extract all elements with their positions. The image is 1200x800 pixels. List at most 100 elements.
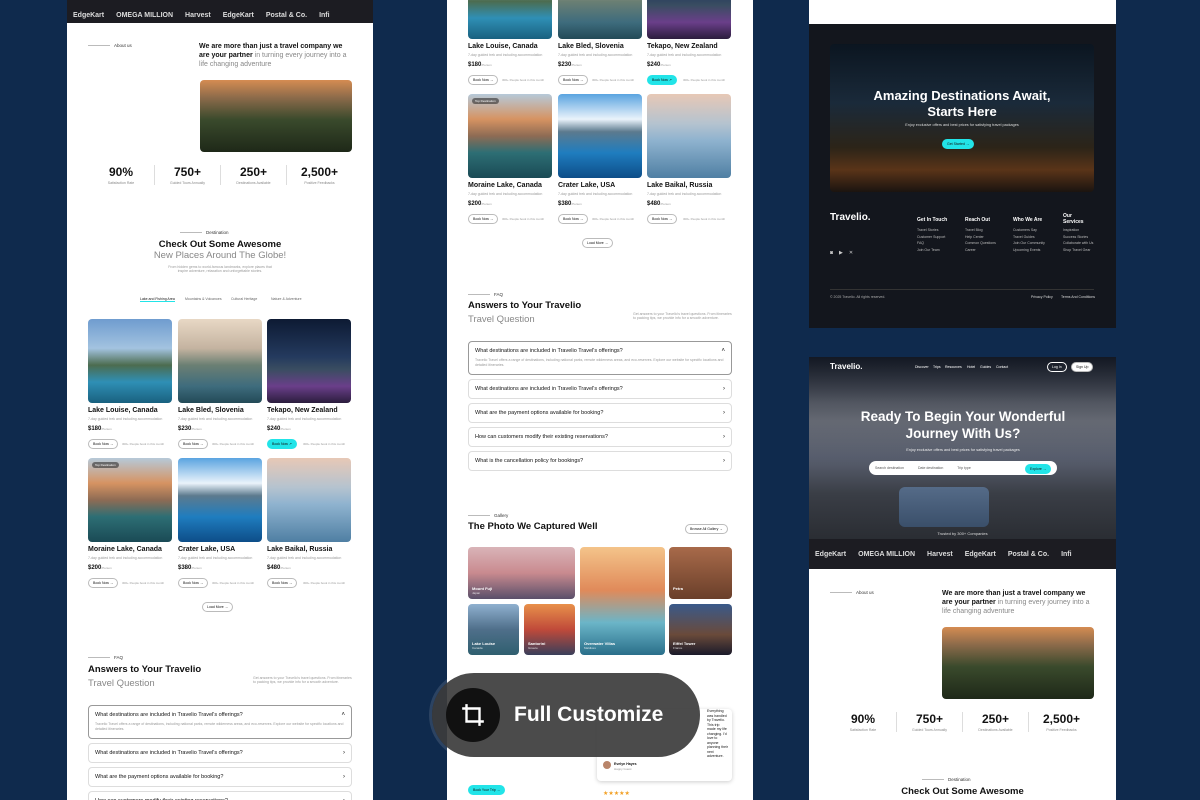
gallery-image[interactable] <box>669 547 732 599</box>
card-image[interactable] <box>647 94 731 178</box>
card-image[interactable] <box>267 319 351 403</box>
testimonial-quote: Everything was handled by Travelio. This… <box>707 709 729 759</box>
faq-item[interactable]: What is the cancellation policy for book… <box>468 451 732 471</box>
tab-nature[interactable]: Nature & Adventure <box>271 297 302 301</box>
tab-cultural[interactable]: Cultural Heritage <box>231 297 257 301</box>
faq-item-open[interactable]: What destinations are included in Travel… <box>88 705 352 739</box>
footer-link[interactable]: Common Questions <box>965 240 996 247</box>
footer-link[interactable]: Shop Travel Gear <box>1063 247 1093 254</box>
faq-item-open[interactable]: What destinations are included in Travel… <box>468 341 732 375</box>
book-now-button[interactable]: Book Now ↗ <box>267 439 297 449</box>
footer-link[interactable]: Help Center <box>965 234 996 241</box>
book-now-button[interactable]: Book Now → <box>178 578 209 588</box>
book-now-button[interactable]: Book Now → <box>468 214 499 224</box>
brand-logo[interactable]: Travelio. <box>830 212 871 223</box>
footer-link[interactable]: Inspiration <box>1063 227 1093 234</box>
footer-links: Travel Stories Customer Support FAQ Join Ou… <box>917 227 945 254</box>
card-image[interactable] <box>88 319 172 403</box>
testimonial-role: Happy Guest <box>614 767 632 771</box>
faq-item[interactable]: What destinations are included in Travel… <box>468 379 732 399</box>
footer-link[interactable]: Customers Say <box>1013 227 1045 234</box>
gallery-label: Overwater Villas Maldives <box>584 641 616 650</box>
book-now-button[interactable]: Book Now → <box>647 214 678 224</box>
faq-item[interactable]: What are the payment options available f… <box>88 767 352 787</box>
faq-item[interactable]: What destinations are included in Travel… <box>88 743 352 763</box>
signup-button[interactable]: Sign Up <box>1071 362 1094 372</box>
nav-resources[interactable]: Resources <box>945 365 962 369</box>
get-started-button[interactable]: Get Started → <box>942 139 975 149</box>
footer-link[interactable]: Travel Blog <box>965 227 996 234</box>
book-now-button[interactable]: Book Now → <box>267 578 298 588</box>
book-now-button[interactable]: Book Now → <box>178 439 209 449</box>
gallery-label: Santorini Greece <box>528 641 546 650</box>
footer-link[interactable]: Upcoming Events <box>1013 247 1045 254</box>
book-trip-button[interactable]: Book Your Trip → <box>468 785 506 795</box>
footer-link[interactable]: Join Our Community <box>1013 240 1045 247</box>
nav-guides[interactable]: Guides <box>980 365 991 369</box>
tab-mountains[interactable]: Mountains & Volcanoes <box>185 297 222 301</box>
stat-value: 2,500+ <box>300 165 339 179</box>
load-more-button[interactable]: Load More → <box>202 602 234 612</box>
brand-logo[interactable]: Travelio. <box>830 362 862 371</box>
footer-link[interactable]: Travel Stories <box>917 227 945 234</box>
card-title: Lake Louise, Canada <box>468 43 538 50</box>
load-more-button[interactable]: Load More → <box>582 238 614 248</box>
footer-link[interactable]: FAQ <box>917 240 945 247</box>
footer-link[interactable]: Customer Support <box>917 234 945 241</box>
stat-label: Positive Feedbacks <box>1046 728 1077 732</box>
card-desc: 7-day guided trek and including accommod… <box>468 53 543 57</box>
explore-button[interactable]: Explore → <box>1025 464 1052 474</box>
browse-gallery-button[interactable]: Browse All Gallery → <box>685 524 728 534</box>
stats-row: 90% Satisfaction Rate 750+ Guided Tours An… <box>88 165 352 185</box>
book-now-button[interactable]: Book Now → <box>88 578 119 588</box>
faq-item[interactable]: How can customers modify their existing … <box>468 427 732 447</box>
card-image[interactable] <box>178 319 262 403</box>
nav-discover[interactable]: Discover <box>915 365 929 369</box>
card-image[interactable] <box>468 0 552 39</box>
card-image[interactable] <box>647 0 731 39</box>
faq-question: What are the payment options available f… <box>475 410 604 416</box>
copyright: © 2025 Travelio. All rights reserved. <box>830 295 886 299</box>
card-image[interactable] <box>468 94 552 178</box>
card-title: Moraine Lake, Canada <box>468 182 542 189</box>
nav-hotel[interactable]: Hotel <box>967 365 975 369</box>
terms-link[interactable]: Terms And Conditions <box>1061 295 1095 299</box>
faq-item[interactable]: What are the payment options available f… <box>468 403 732 423</box>
stat-value: 750+ <box>173 165 202 179</box>
date-input[interactable]: Date destination <box>918 466 943 470</box>
nav-trips[interactable]: Trips <box>933 365 941 369</box>
stat-label: Guided Tours Annually <box>170 181 205 185</box>
book-now-button[interactable]: Book Now → <box>558 75 589 85</box>
footer-link[interactable]: Success Stories <box>1063 234 1093 241</box>
book-now-button[interactable]: Book Now → <box>558 214 589 224</box>
instagram-icon[interactable]: ◙ <box>830 250 833 256</box>
card-image[interactable] <box>558 94 642 178</box>
tab-lake[interactable]: Lake and Fishing Area <box>140 297 175 302</box>
youtube-icon[interactable]: ▶ <box>839 250 843 256</box>
avatar <box>603 761 611 769</box>
faq-item[interactable]: How can customers modify their existing … <box>88 791 352 800</box>
hero-subtitle: Enjoy exclusive offers and best prices f… <box>906 448 1020 452</box>
gallery-image[interactable] <box>580 547 665 655</box>
footer-link[interactable]: Join Our Team <box>917 247 945 254</box>
footer-link[interactable]: Career <box>965 247 996 254</box>
card-image[interactable] <box>558 0 642 39</box>
footer-link[interactable]: Collaborate with Us <box>1063 240 1093 247</box>
page-preview-1: EdgeKart OMEGA MILLION Harvest EdgeKart … <box>67 0 373 800</box>
privacy-link[interactable]: Privacy Policy <box>1031 295 1053 299</box>
book-now-button[interactable]: Book Now → <box>468 75 499 85</box>
card-image[interactable] <box>178 458 262 542</box>
footer-link[interactable]: Travel Guides <box>1013 234 1045 241</box>
logo: Infi <box>1061 550 1072 558</box>
card-image[interactable] <box>88 458 172 542</box>
login-button[interactable]: Log In <box>1047 362 1067 372</box>
trip-type-select[interactable]: Trip type <box>957 466 971 470</box>
card-image[interactable] <box>267 458 351 542</box>
book-now-button[interactable]: Book Now → <box>88 439 119 449</box>
crop-icon <box>446 688 500 742</box>
x-icon[interactable]: ✕ <box>849 250 853 256</box>
search-destination-input[interactable]: Search destination <box>875 466 904 470</box>
book-now-button[interactable]: Book Now ↗ <box>647 75 677 85</box>
nav-contact[interactable]: Contact <box>996 365 1008 369</box>
card-price: $380/Person <box>558 201 582 207</box>
